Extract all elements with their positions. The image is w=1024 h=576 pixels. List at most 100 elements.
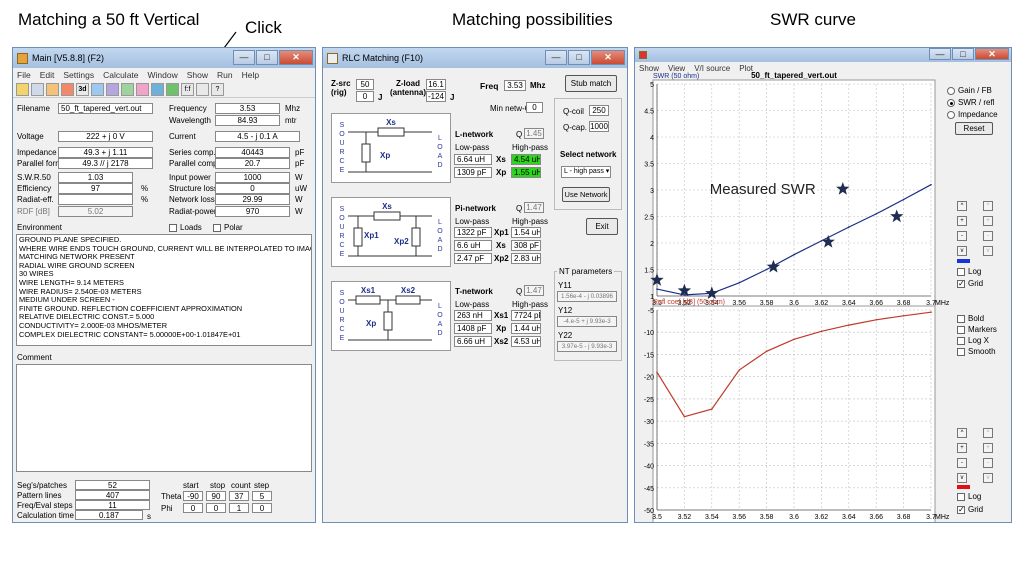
zload-r-field[interactable]: 16.1 bbox=[426, 79, 446, 90]
menu-show[interactable]: Show bbox=[187, 70, 208, 80]
ground-icon[interactable] bbox=[106, 83, 119, 96]
exit-button[interactable]: Exit bbox=[586, 218, 618, 235]
menu-file[interactable]: File bbox=[17, 70, 31, 80]
pi-lowpass-label: Low-pass bbox=[455, 217, 490, 226]
y-tick-label: -40 bbox=[644, 464, 654, 471]
menu-help[interactable]: Help bbox=[242, 70, 259, 80]
stub-match-button[interactable]: Stub match bbox=[565, 75, 617, 92]
t-xs2-lowpass: 6.66 uH bbox=[454, 336, 492, 347]
pi-network-q: 1.47 bbox=[524, 202, 544, 213]
phi-count[interactable]: 1 bbox=[229, 503, 249, 513]
phi-start[interactable]: 0 bbox=[183, 503, 203, 513]
network-select[interactable]: L - high pass ▾ bbox=[561, 166, 611, 178]
help-icon[interactable]: ? bbox=[211, 83, 224, 96]
rlc-app-icon bbox=[327, 52, 338, 64]
theta-start[interactable]: -90 bbox=[183, 491, 203, 501]
rlc-close-button[interactable]: ✕ bbox=[591, 50, 625, 65]
series-label: Series comp. bbox=[169, 148, 216, 157]
zload-x-field[interactable]: -124 bbox=[426, 91, 446, 102]
series-field: 40443 bbox=[215, 147, 290, 158]
menu-calculate[interactable]: Calculate bbox=[103, 70, 138, 80]
minq-field[interactable]: 0 bbox=[526, 102, 543, 113]
t-lowpass-label: Low-pass bbox=[455, 300, 490, 309]
y-tick-label: 4.5 bbox=[644, 109, 654, 116]
series-point bbox=[902, 198, 905, 201]
geometry-icon[interactable] bbox=[91, 83, 104, 96]
polar-checkbox[interactable]: Polar bbox=[213, 223, 243, 233]
x-tick-label: 3.56 bbox=[732, 514, 746, 521]
svg-text:C: C bbox=[339, 326, 344, 333]
l-network-q-label: Q bbox=[516, 130, 523, 139]
t-network-diagram: SOURCELOAD Xs1 Xs2 Xp bbox=[339, 286, 443, 342]
chart-icon[interactable] bbox=[151, 83, 164, 96]
qcoil-field[interactable]: 250 bbox=[589, 105, 609, 116]
t-xp-highpass: 1.44 uH bbox=[511, 323, 541, 334]
rlc-icon[interactable]: f:f bbox=[181, 83, 194, 96]
series-point bbox=[875, 213, 877, 215]
theta-stop[interactable]: 90 bbox=[206, 491, 226, 501]
phi-stop[interactable]: 0 bbox=[206, 503, 226, 513]
freq-field[interactable]: 3.53 bbox=[504, 80, 526, 91]
start-label: start bbox=[183, 481, 199, 490]
menu-settings[interactable]: Settings bbox=[63, 70, 94, 80]
loads-checkbox[interactable]: Loads bbox=[169, 223, 202, 233]
series-point bbox=[848, 324, 850, 326]
l-xp-lowpass: 1309 pF bbox=[454, 167, 492, 178]
menu-window[interactable]: Window bbox=[148, 70, 178, 80]
svg-text:U: U bbox=[339, 140, 344, 147]
close-button[interactable]: ✕ bbox=[279, 50, 313, 65]
qcap-label: Q-cap. bbox=[563, 123, 588, 132]
rlc-maximize-button[interactable]: □ bbox=[568, 50, 590, 65]
series-point bbox=[738, 369, 740, 371]
zsrc-r-field[interactable]: 50 bbox=[356, 79, 374, 90]
match-icon[interactable] bbox=[166, 83, 179, 96]
main-title: Main [V5.8.8] (F2) bbox=[32, 53, 105, 63]
svg-text:L: L bbox=[438, 219, 442, 226]
qcap-field[interactable]: 1000 bbox=[589, 121, 609, 132]
y11-label: Y11 bbox=[558, 281, 572, 290]
menu-run[interactable]: Run bbox=[217, 70, 233, 80]
zload-j: J bbox=[450, 93, 455, 102]
frequency-field[interactable]: 3.53 bbox=[215, 103, 280, 114]
rlc-title: RLC Matching (F10) bbox=[342, 53, 424, 63]
environment-label: Environment bbox=[17, 223, 62, 232]
3d-icon[interactable]: 3d bbox=[76, 83, 89, 96]
comment-textarea[interactable] bbox=[16, 364, 312, 472]
env-line: RADIAL WIRE GROUND SCREEN bbox=[19, 260, 135, 270]
freqeval-label: Freq/Eval steps bbox=[17, 501, 73, 510]
open-icon[interactable] bbox=[31, 83, 44, 96]
theta-count[interactable]: 37 bbox=[229, 491, 249, 501]
series-point bbox=[848, 226, 850, 228]
svg-text:R: R bbox=[339, 233, 344, 240]
antenna-icon[interactable] bbox=[46, 83, 59, 96]
pattern-icon[interactable] bbox=[136, 83, 149, 96]
far-field-icon[interactable] bbox=[121, 83, 134, 96]
calc-time-label: Calculation time bbox=[17, 511, 74, 520]
input-power-field[interactable]: 1000 bbox=[215, 172, 290, 183]
use-network-button[interactable]: Use Network bbox=[562, 187, 610, 202]
svg-text:A: A bbox=[438, 153, 443, 160]
3d-view-icon[interactable] bbox=[61, 83, 74, 96]
menu-edit[interactable]: Edit bbox=[40, 70, 55, 80]
phi-step[interactable]: 0 bbox=[252, 503, 272, 513]
voltage-field: 222 + j 0 V bbox=[58, 131, 153, 142]
rlc-minimize-button[interactable]: — bbox=[545, 50, 567, 65]
t-highpass-label: High-pass bbox=[512, 300, 549, 309]
x-tick-label: 3.54 bbox=[705, 514, 719, 521]
parcomp-field: 20.7 bbox=[215, 158, 290, 169]
copy-icon[interactable] bbox=[196, 83, 209, 96]
radeff-field bbox=[58, 194, 133, 205]
x-tick-label: 3.64 bbox=[842, 514, 856, 521]
maximize-button[interactable]: □ bbox=[256, 50, 278, 65]
filename-field[interactable]: 50_ft_tapered_vert.out bbox=[58, 103, 153, 114]
y-tick-label: 3 bbox=[650, 188, 654, 195]
minimize-button[interactable]: — bbox=[233, 50, 255, 65]
frequency-label: Frequency bbox=[169, 104, 207, 113]
save-icon[interactable] bbox=[16, 83, 29, 96]
schem-t-xp: Xp bbox=[366, 319, 376, 328]
rdf-field: 5.02 bbox=[58, 206, 133, 217]
zsrc-x-field[interactable]: 0 bbox=[356, 91, 374, 102]
theta-step[interactable]: 5 bbox=[252, 491, 272, 501]
svg-text:S: S bbox=[340, 206, 345, 213]
network-loss-field: 29.99 bbox=[215, 194, 290, 205]
